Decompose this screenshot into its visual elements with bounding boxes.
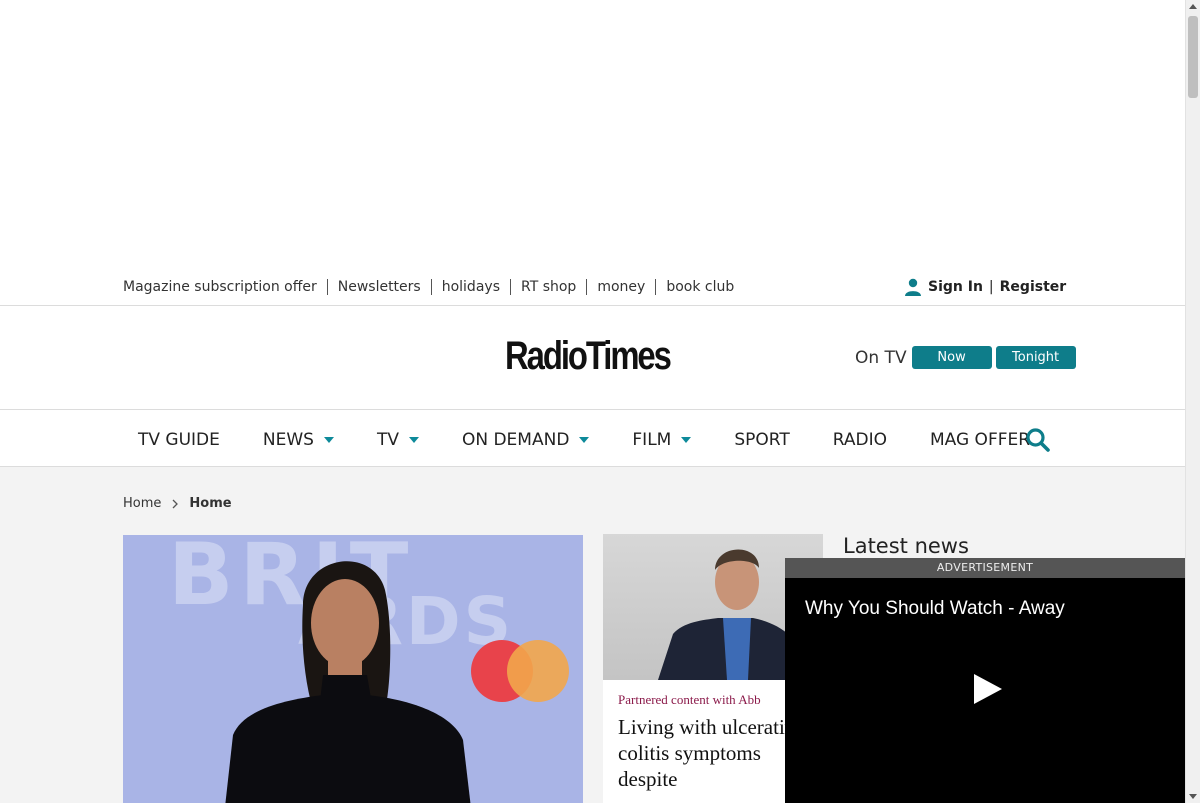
page: Magazine subscription offer Newsletters …: [0, 0, 1200, 803]
search-icon[interactable]: [1025, 427, 1051, 453]
nav-item-radio[interactable]: RADIO: [833, 429, 887, 451]
nav-item-label: NEWS: [262, 430, 314, 450]
play-icon[interactable]: [973, 673, 1003, 705]
breadcrumb: Home Home: [123, 496, 232, 511]
nav-item-sport[interactable]: SPORT: [734, 429, 789, 451]
top-ad-slot: [0, 0, 1185, 268]
nav-item-label: TV GUIDE: [138, 430, 220, 450]
nav-item-tv-guide[interactable]: TV GUIDE: [138, 429, 220, 451]
person-figure: [225, 561, 471, 803]
breadcrumb-current: Home: [189, 496, 232, 511]
main-nav: TV GUIDE NEWS TV ON DEMAND FILM SPORT RA…: [0, 410, 1185, 467]
hero-image[interactable]: BRIT ARDS: [123, 535, 583, 803]
utility-bar: Magazine subscription offer Newsletters …: [0, 268, 1185, 306]
utility-link-holidays[interactable]: holidays: [430, 279, 510, 295]
nav-item-label: RADIO: [832, 430, 887, 450]
nav-items: TV GUIDE NEWS TV ON DEMAND FILM SPORT RA…: [138, 429, 1073, 451]
auth-links: Sign In | Register: [904, 278, 1066, 296]
sign-in-link[interactable]: Sign In: [928, 279, 983, 295]
breadcrumb-home-link[interactable]: Home: [123, 496, 161, 511]
caret-down-icon: [408, 437, 419, 443]
caret-down-icon: [579, 437, 590, 443]
nav-item-news[interactable]: NEWS: [263, 429, 334, 451]
nav-item-label: MAG OFFER: [929, 430, 1031, 450]
tonight-button[interactable]: Tonight: [995, 346, 1076, 369]
video-ad-overlay[interactable]: ADVERTISEMENT Why You Should Watch - Awa…: [785, 558, 1185, 803]
nav-item-film[interactable]: FILM: [632, 429, 692, 451]
caret-down-icon: [681, 437, 692, 443]
scroll-up-arrow-icon[interactable]: [1189, 4, 1197, 9]
caret-down-icon: [323, 437, 334, 443]
utility-link-magazine-offer[interactable]: Magazine subscription offer: [123, 279, 327, 295]
masthead: RadioTimes On TV Now Tonight: [0, 306, 1185, 410]
page-scrollbar[interactable]: [1185, 0, 1200, 803]
user-icon: [905, 278, 921, 296]
on-tv-widget: On TV Now Tonight: [855, 346, 1080, 369]
advertisement-label: ADVERTISEMENT: [785, 558, 1185, 578]
nav-item-label: FILM: [632, 430, 672, 450]
article-card-kicker: Partnered content with Abb: [618, 692, 761, 707]
video-title: Why You Should Watch - Away: [805, 598, 1065, 619]
utility-link-newsletters[interactable]: Newsletters: [326, 279, 431, 295]
nav-item-on-demand[interactable]: ON DEMAND: [461, 429, 590, 451]
auth-separator: |: [988, 279, 994, 295]
on-tv-label: On TV: [855, 347, 907, 368]
radio-times-logo[interactable]: RadioTimes: [505, 334, 672, 378]
nav-item-label: TV: [376, 430, 399, 450]
utility-links: Magazine subscription offer Newsletters …: [123, 279, 744, 295]
nav-item-tv[interactable]: TV: [377, 429, 419, 451]
utility-link-rt-shop[interactable]: RT shop: [509, 279, 586, 295]
scroll-down-arrow-icon[interactable]: [1189, 794, 1197, 799]
nav-item-label: SPORT: [734, 430, 790, 450]
now-button[interactable]: Now: [911, 346, 992, 369]
nav-item-mag-offer[interactable]: MAG OFFER: [930, 429, 1030, 451]
latest-news-heading: Latest news: [843, 534, 969, 558]
utility-link-money[interactable]: money: [586, 279, 655, 295]
utility-link-book-club[interactable]: book club: [655, 279, 744, 295]
register-link[interactable]: Register: [1000, 279, 1067, 295]
chevron-right-icon: [172, 499, 179, 508]
nav-item-label: ON DEMAND: [461, 430, 570, 450]
scrollbar-thumb[interactable]: [1188, 16, 1198, 98]
